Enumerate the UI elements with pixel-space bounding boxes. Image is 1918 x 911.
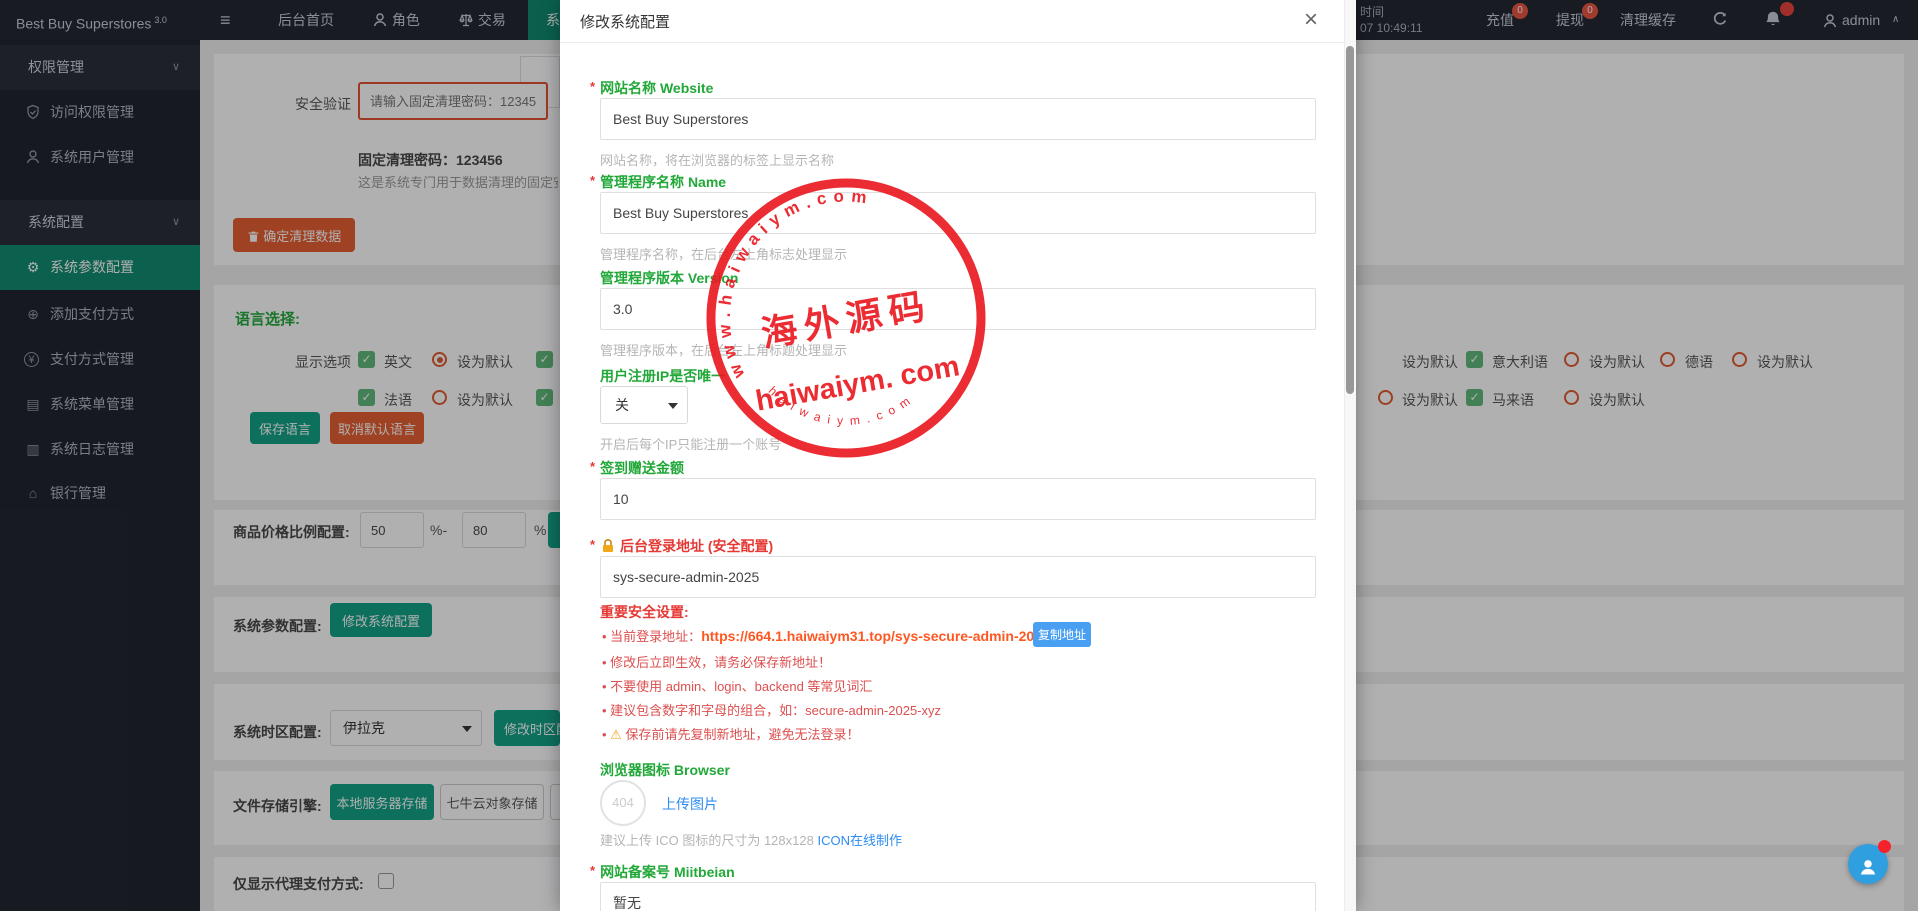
current-login-url: https://664.1.haiwaiym31.top/sys-secure-… [701, 628, 1050, 644]
security-tip: • 修改后立即生效，请务必保存新地址！ [602, 652, 831, 671]
security-tip: • 建议包含数字和字母的组合，如：secure-admin-2025-xyz [602, 700, 941, 719]
ip-unique-label: 用户注册IP是否唯一 [600, 366, 725, 386]
ip-unique-select[interactable]: 关 [600, 386, 688, 424]
version-label: 管理程序版本 Version [600, 268, 738, 288]
chat-red-dot [1878, 840, 1891, 853]
browser-icon-label: 浏览器图标 Browser [600, 760, 730, 780]
modal-header-divider [560, 42, 1356, 43]
app-name-input[interactable] [600, 192, 1316, 234]
security-notice-title: 重要安全设置: [600, 602, 689, 622]
ip-unique-hint: 开启后每个IP只能注册一个账号 [600, 434, 781, 453]
browser-icon-hint: 建议上传 ICO 图标的尺寸为 128x128 ICON在线制作 [600, 830, 902, 849]
app-name-hint: 管理程序名称，在后台左上角标志处理显示 [600, 244, 847, 263]
copy-url-button[interactable]: 复制地址 [1033, 622, 1091, 647]
miitbeian-label: *网站备案号 Miitbeian [590, 862, 735, 882]
miitbeian-input[interactable] [600, 882, 1316, 911]
website-hint: 网站名称，将在浏览器的标签上显示名称 [600, 150, 834, 169]
app-name-label: *管理程序名称 Name [590, 172, 726, 192]
current-login-url-row: • 当前登录地址：https://664.1.haiwaiym31.top/sy… [602, 626, 1050, 645]
admin-url-input[interactable] [600, 556, 1316, 598]
close-icon[interactable]: × [1304, 5, 1318, 35]
modal-title: 修改系统配置 [580, 11, 670, 32]
security-tip: • 不要使用 admin、login、backend 等常见词汇 [602, 676, 872, 695]
security-tip-warning: • ⚠ 保存前请先复制新地址，避免无法登录！ [602, 724, 859, 743]
favicon-404-placeholder: 404 [600, 780, 646, 826]
modal-scrollbar-thumb[interactable] [1346, 46, 1354, 394]
admin-url-label: * 后台登录地址 (安全配置) [590, 536, 773, 556]
website-input[interactable] [600, 98, 1316, 140]
version-hint: 管理程序版本，在后台左上角标题处理显示 [600, 340, 847, 359]
warning-icon: ⚠ [610, 727, 622, 742]
website-label: *网站名称 Website [590, 78, 713, 98]
icon-maker-link[interactable]: ICON在线制作 [817, 833, 902, 848]
modal-modify-system-config: 修改系统配置 × *网站名称 Website 网站名称，将在浏览器的标签上显示名… [560, 0, 1356, 911]
support-chat-icon [1858, 857, 1878, 877]
lock-icon [600, 538, 616, 554]
signin-amount-label: *签到赠送金额 [590, 458, 684, 478]
version-input[interactable] [600, 288, 1316, 330]
signin-amount-input[interactable] [600, 478, 1316, 520]
screen: Best Buy Superstores3.0 ≡ 后台首页 角色 交易 系 时… [0, 0, 1918, 911]
upload-image-link[interactable]: 上传图片 [662, 794, 718, 814]
select-caret-icon [668, 403, 678, 409]
